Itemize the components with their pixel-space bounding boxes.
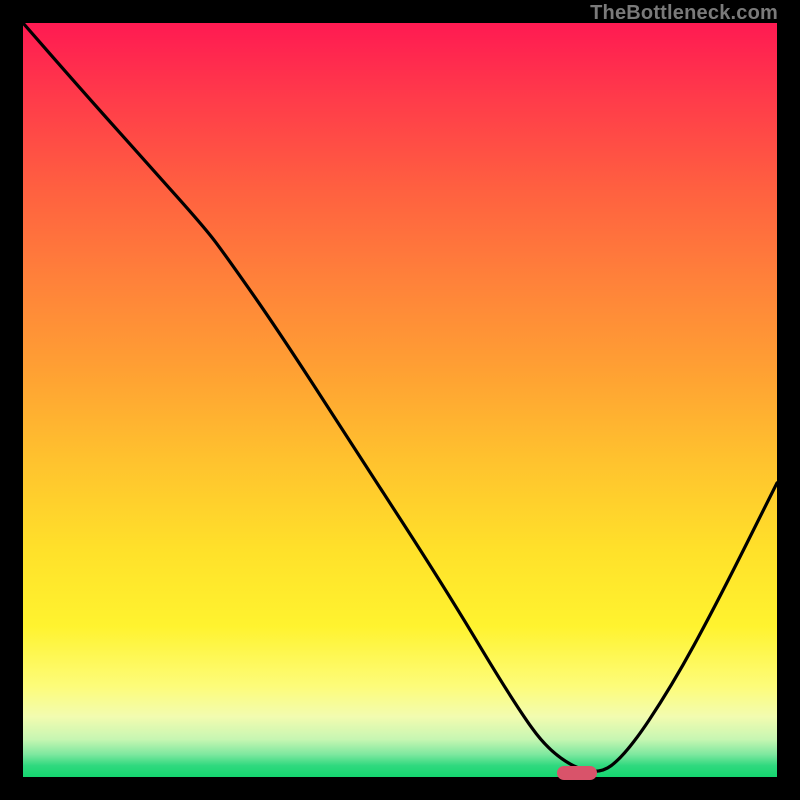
chart-frame <box>23 23 777 777</box>
optimal-marker <box>557 766 597 780</box>
chart-background-gradient <box>23 23 777 777</box>
watermark-text: TheBottleneck.com <box>590 2 778 25</box>
